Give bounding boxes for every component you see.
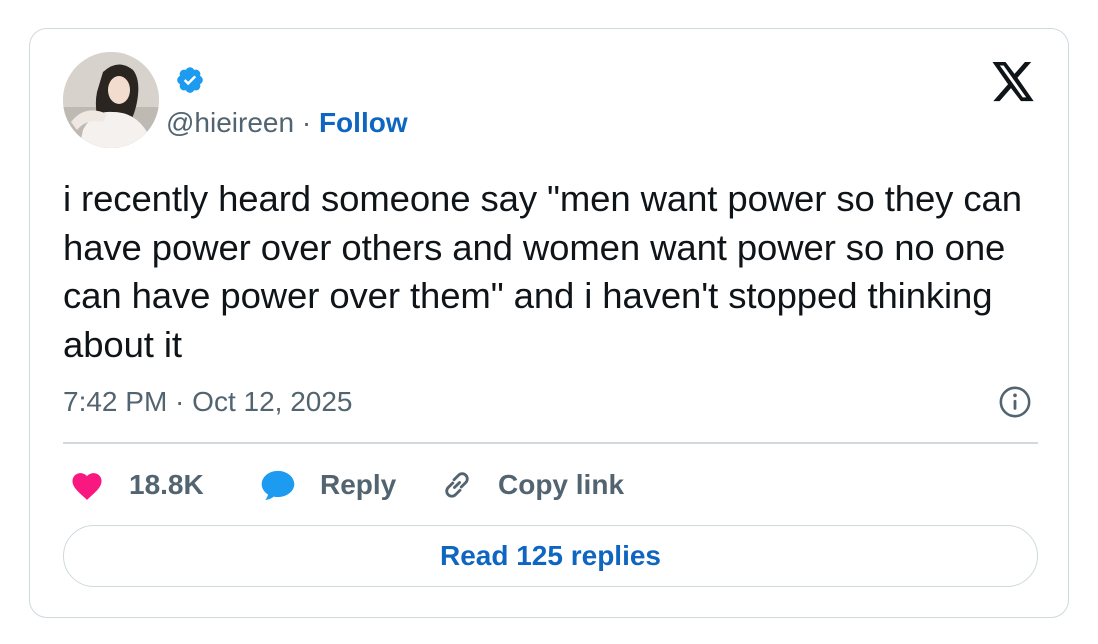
like-count: 18.8K	[129, 469, 204, 500]
reply-label: Reply	[320, 469, 397, 500]
tweet-card: @hieireen · Follow i recently heard some…	[29, 28, 1069, 618]
separator-dot: ·	[301, 107, 312, 138]
x-logo-icon[interactable]	[990, 62, 1036, 104]
copy-link-label: Copy link	[498, 469, 625, 500]
heart-icon	[72, 473, 102, 500]
like-button[interactable]: 18.8K	[69, 467, 204, 503]
tweet-timestamp[interactable]: 7:42 PM · Oct 12, 2025	[63, 384, 353, 420]
reply-button[interactable]: Reply	[259, 467, 396, 503]
copy-link-button[interactable]: Copy link	[440, 467, 624, 503]
read-replies-button[interactable]: Read 125 replies	[63, 525, 1038, 587]
link-icon	[445, 472, 469, 498]
speech-bubble-icon	[261, 470, 295, 500]
author-row: @hieireen · Follow	[166, 105, 408, 141]
divider	[63, 442, 1038, 444]
follow-button[interactable]: Follow	[319, 107, 408, 138]
tweet-text: i recently heard someone say "men want p…	[63, 178, 1022, 365]
verified-badge-icon	[177, 67, 203, 93]
user-handle[interactable]: @hieireen	[166, 107, 294, 138]
info-icon[interactable]	[998, 385, 1032, 419]
avatar[interactable]	[63, 52, 159, 148]
avatar-photo-icon	[63, 52, 159, 148]
read-replies-label: Read 125 replies	[439, 540, 662, 571]
